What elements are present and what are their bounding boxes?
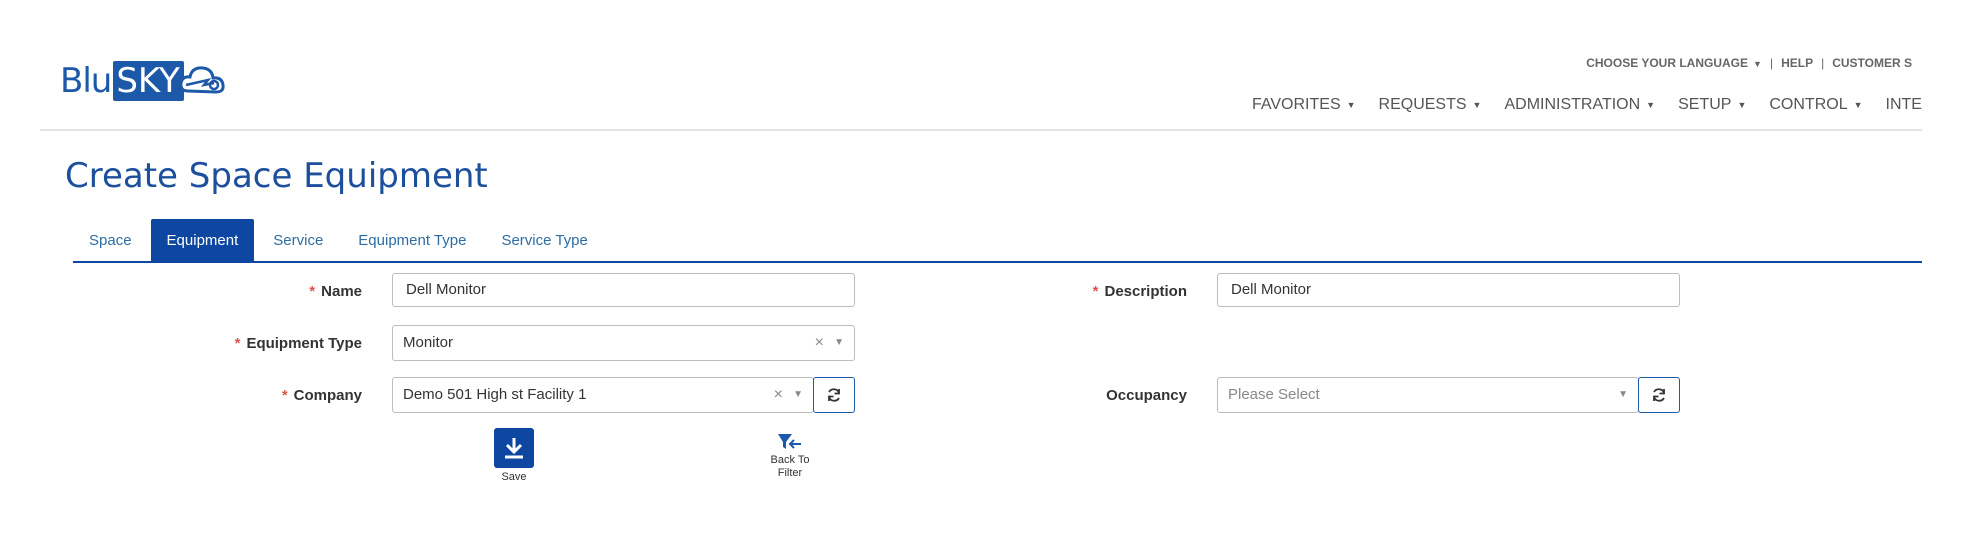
chevron-down-icon: ▼ <box>1472 100 1482 110</box>
description-label-text: Description <box>1104 283 1187 300</box>
nav-label: ADMINISTRATION <box>1504 96 1641 113</box>
nav-label: INTE <box>1885 96 1922 113</box>
save-button-box <box>494 428 534 468</box>
nav-label: CONTROL <box>1769 96 1848 113</box>
nav-favorites[interactable]: FAVORITES ▼ <box>1252 96 1356 114</box>
required-marker: * <box>234 335 241 352</box>
save-button[interactable]: Save <box>484 428 544 483</box>
bluesky-logo[interactable]: Blu SKY <box>60 58 226 104</box>
refresh-icon <box>828 388 840 402</box>
divider: | <box>1821 56 1825 70</box>
chevron-down-icon[interactable]: ▼ <box>1618 378 1628 412</box>
refresh-icon <box>1653 388 1665 402</box>
back-to-filter-label-2: Filter <box>777 467 803 479</box>
clear-icon[interactable]: × <box>815 326 824 360</box>
description-input[interactable]: Dell Monitor <box>1217 273 1680 307</box>
equipment-type-label: * Equipment Type <box>235 335 362 352</box>
back-to-filter-button[interactable]: Back To Filter <box>758 432 822 480</box>
required-marker: * <box>1092 283 1099 300</box>
occupancy-placeholder: Please Select <box>1228 386 1320 403</box>
chevron-down-icon: ▼ <box>1737 100 1747 110</box>
required-marker: * <box>309 283 316 300</box>
logo-text-blu: Blu <box>60 61 112 101</box>
tab-service-type[interactable]: Service Type <box>485 219 603 261</box>
cloud-icon <box>179 66 225 94</box>
main-navigation: FAVORITES ▼ REQUESTS ▼ ADMINISTRATION ▼ SET… <box>1252 96 1945 114</box>
nav-requests[interactable]: REQUESTS ▼ <box>1379 96 1482 114</box>
top-utility-links: CHOOSE YOUR LANGUAGE ▼ | HELP | CUSTOMER … <box>1586 56 1912 70</box>
equipment-type-label-text: Equipment Type <box>246 335 362 352</box>
company-select[interactable]: Demo 501 High st Facility 1 × ▼ <box>392 377 814 413</box>
nav-setup[interactable]: SETUP ▼ <box>1678 96 1746 114</box>
nav-administration[interactable]: ADMINISTRATION ▼ <box>1504 96 1655 114</box>
chevron-down-icon[interactable]: ▼ <box>793 378 803 412</box>
required-marker: * <box>281 387 288 404</box>
header-divider <box>40 129 1922 131</box>
description-label: * Description <box>1093 283 1187 300</box>
page-title: Create Space Equipment <box>65 156 488 196</box>
occupancy-select[interactable]: Please Select ▼ <box>1217 377 1639 413</box>
filter-back-icon <box>778 434 801 449</box>
chevron-down-icon: ▼ <box>1646 100 1656 110</box>
occupancy-label-text: Occupancy <box>1106 387 1187 404</box>
divider: | <box>1769 56 1774 70</box>
name-label: * Name <box>309 283 362 300</box>
chevron-down-icon: ▼ <box>1853 100 1863 110</box>
tab-equipment-type[interactable]: Equipment Type <box>342 219 482 261</box>
nav-label: SETUP <box>1678 96 1732 113</box>
company-label: * Company <box>282 387 362 404</box>
tab-bar-underline <box>73 261 1922 263</box>
chevron-down-icon[interactable]: ▼ <box>834 326 844 360</box>
chevron-down-icon: ▼ <box>1346 100 1356 110</box>
back-to-filter-label-1: Back To <box>770 454 810 466</box>
nav-label: FAVORITES <box>1252 96 1341 113</box>
clear-icon[interactable]: × <box>774 378 783 412</box>
occupancy-refresh-button[interactable] <box>1638 377 1680 413</box>
tab-space[interactable]: Space <box>73 219 148 261</box>
logo-text-sky: SKY <box>113 61 184 101</box>
language-label: CHOOSE YOUR LANGUAGE <box>1586 56 1749 70</box>
equipment-type-value: Monitor <box>403 334 454 351</box>
save-label: Save <box>501 471 527 483</box>
tab-equipment[interactable]: Equipment <box>150 219 255 261</box>
download-icon <box>505 438 523 459</box>
tab-bar: Space Equipment Service Equipment Type S… <box>73 219 607 261</box>
nav-label: REQUESTS <box>1378 96 1467 113</box>
help-link[interactable]: HELP <box>1781 56 1813 70</box>
chevron-down-icon: ▼ <box>1753 59 1762 69</box>
company-value: Demo 501 High st Facility 1 <box>403 386 587 403</box>
name-label-text: Name <box>321 283 362 300</box>
occupancy-label: Occupancy <box>1106 387 1187 404</box>
nav-control[interactable]: CONTROL ▼ <box>1769 96 1862 114</box>
language-menu[interactable]: CHOOSE YOUR LANGUAGE ▼ <box>1586 56 1762 70</box>
company-refresh-button[interactable] <box>813 377 855 413</box>
company-label-text: Company <box>293 387 362 404</box>
customer-support-link[interactable]: CUSTOMER S <box>1832 56 1912 70</box>
name-input[interactable]: Dell Monitor <box>392 273 855 307</box>
tab-service[interactable]: Service <box>257 219 339 261</box>
equipment-type-select[interactable]: Monitor × ▼ <box>392 325 855 361</box>
nav-integration[interactable]: INTE <box>1886 96 1922 114</box>
